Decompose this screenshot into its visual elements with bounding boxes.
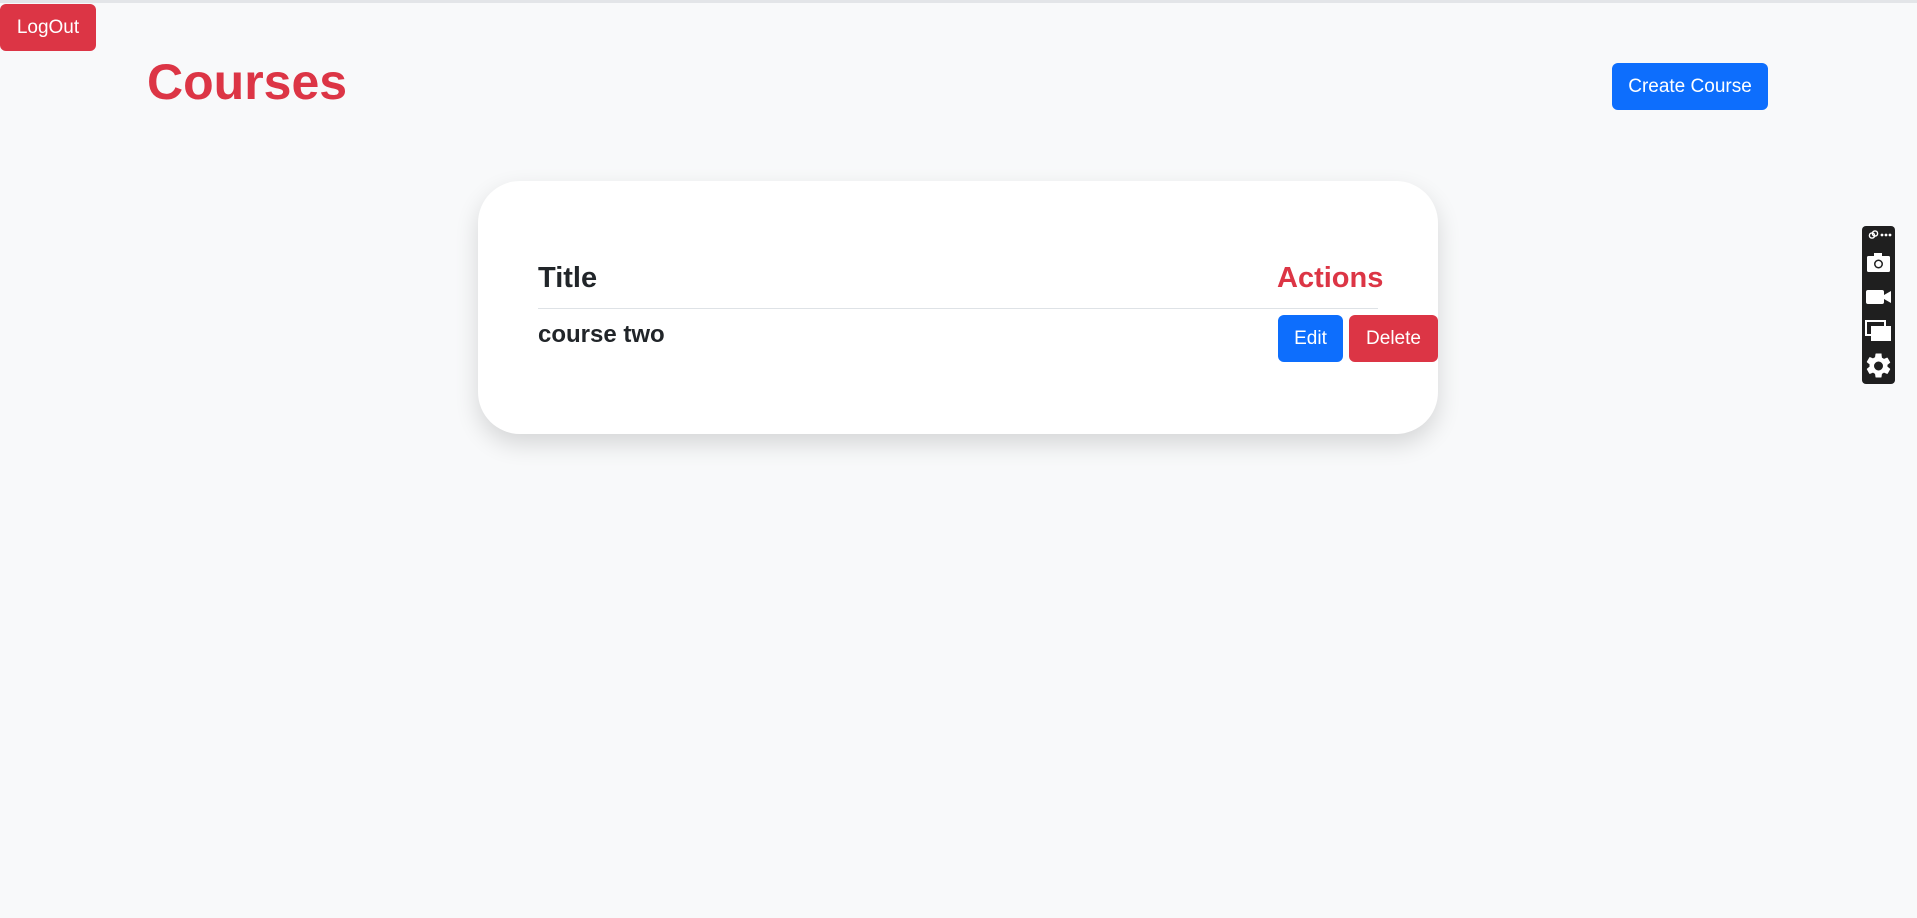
delete-button[interactable]: Delete <box>1349 315 1438 362</box>
video-camera-icon[interactable] <box>1862 283 1895 311</box>
page-title: Courses <box>147 54 348 110</box>
gear-icon[interactable] <box>1862 351 1895 381</box>
courses-table-card: Title Actions course two Edit Delete <box>478 181 1438 434</box>
create-course-button[interactable]: Create Course <box>1612 63 1768 110</box>
column-header-actions: Actions <box>1277 262 1384 294</box>
course-title-cell: course two <box>538 321 665 348</box>
column-header-title: Title <box>538 262 598 294</box>
windows-icon[interactable] <box>1862 317 1895 345</box>
more-icon[interactable] <box>1878 228 1895 242</box>
camera-icon[interactable] <box>1862 249 1895 277</box>
table-header: Title Actions <box>538 261 1383 309</box>
extension-toolbar <box>1862 226 1895 384</box>
edit-button[interactable]: Edit <box>1278 315 1343 362</box>
table-row: course two Edit Delete <box>538 315 1438 375</box>
logout-button[interactable]: LogOut <box>0 4 96 51</box>
top-divider <box>0 0 1917 3</box>
